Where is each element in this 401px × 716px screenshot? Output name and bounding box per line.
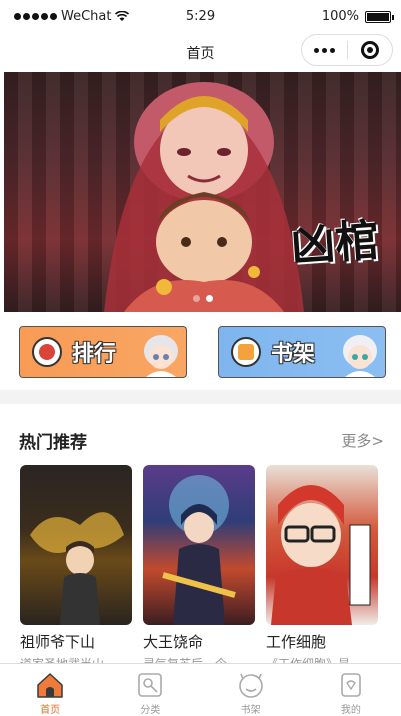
more-link[interactable]: 更多> — [341, 430, 384, 451]
comic-card[interactable]: 大王饶命 灵气复苏后，今 — [143, 465, 255, 671]
tab-bookshelf[interactable]: 书架 — [201, 664, 301, 716]
bookshelf-icon — [236, 670, 266, 699]
profile-icon — [336, 670, 366, 699]
more-menu-button[interactable] — [302, 47, 347, 53]
battery-icon — [365, 10, 394, 23]
bottom-tab-bar: 首页 分类 书架 我的 — [0, 663, 401, 716]
battery-percent: 100% — [321, 9, 359, 24]
comic-card[interactable]: 祖师爷下山 道家圣地武当山 — [20, 465, 132, 671]
home-icon — [35, 670, 65, 699]
bookshelf-label: 书架 — [271, 342, 316, 367]
comic-cover — [143, 465, 255, 625]
close-miniprogram-button[interactable] — [348, 41, 392, 59]
banner-carousel[interactable]: 凶棺 — [4, 72, 401, 312]
nav-bar: 首页 — [0, 34, 401, 72]
tab-home[interactable]: 首页 — [0, 664, 100, 716]
comic-cover — [266, 465, 378, 625]
miniprogram-capsule — [301, 34, 393, 66]
banner-artwork — [104, 82, 304, 312]
quick-entries: 排行 书架 — [0, 312, 401, 390]
carousel-indicators — [4, 295, 401, 302]
bookshelf-book-icon — [231, 337, 261, 367]
comic-cover — [20, 465, 132, 625]
tab-label: 书架 — [240, 705, 261, 716]
tab-category[interactable]: 分类 — [100, 664, 200, 716]
section-title: 热门推荐 — [19, 433, 87, 453]
section-divider — [0, 390, 401, 404]
tab-label: 分类 — [140, 705, 161, 716]
carousel-dot[interactable] — [205, 295, 213, 302]
status-battery: 100% — [321, 9, 394, 24]
comic-title: 大王饶命 — [143, 633, 204, 651]
chibi-character-icon — [144, 335, 178, 377]
comic-title: 祖师爷下山 — [20, 633, 96, 651]
banner-title-logo: 凶棺 — [289, 214, 381, 273]
tab-label: 我的 — [340, 705, 361, 716]
ranking-label: 排行 — [72, 342, 117, 367]
tab-profile[interactable]: 我的 — [301, 664, 401, 716]
bookshelf-entry-button[interactable]: 书架 — [218, 326, 386, 378]
ranking-icon — [32, 337, 62, 367]
target-icon — [360, 41, 379, 59]
comic-card[interactable]: 工作细胞 《工作细胞》是 — [266, 465, 378, 671]
ranking-entry-button[interactable]: 排行 — [19, 326, 187, 378]
comic-title: 工作细胞 — [266, 633, 327, 651]
category-icon — [135, 670, 165, 699]
tab-label: 首页 — [40, 705, 61, 716]
carousel-dot[interactable] — [192, 295, 200, 302]
status-bar: WeChat 5:29 100% — [0, 0, 401, 34]
chibi-character-icon — [343, 335, 377, 377]
